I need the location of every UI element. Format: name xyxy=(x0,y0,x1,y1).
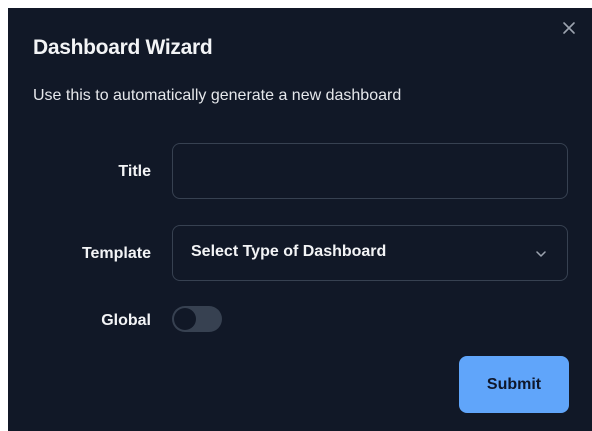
title-field-wrapper xyxy=(172,143,568,199)
template-selected-value: Select Type of Dashboard xyxy=(191,243,387,260)
chevron-down-icon xyxy=(535,248,547,260)
template-label: Template xyxy=(81,245,151,262)
toggle-knob xyxy=(174,308,196,330)
dialog-title: Dashboard Wizard xyxy=(33,36,213,59)
title-label: Title xyxy=(118,163,151,180)
dashboard-wizard-dialog: Dashboard Wizard Use this to automatical… xyxy=(8,8,592,431)
close-icon[interactable] xyxy=(561,20,577,36)
submit-button[interactable]: Submit xyxy=(459,356,569,413)
global-toggle[interactable] xyxy=(172,306,222,332)
title-input[interactable] xyxy=(172,143,568,199)
dialog-description: Use this to automatically generate a new… xyxy=(33,87,402,104)
template-select[interactable]: Select Type of Dashboard xyxy=(172,225,568,281)
global-label: Global xyxy=(101,312,151,329)
